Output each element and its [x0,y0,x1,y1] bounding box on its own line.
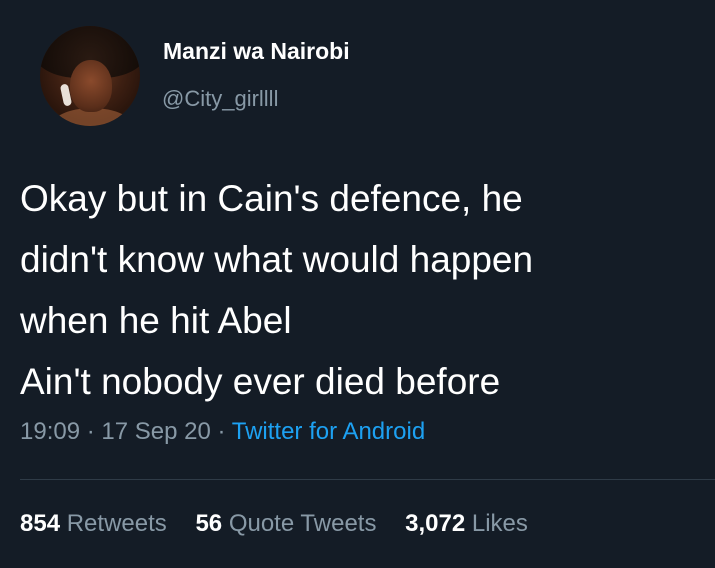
tweet-line: when he hit Abel [20,300,292,341]
retweets-label: Retweets [66,510,167,537]
tweet-line: didn't know what would happen [20,239,534,280]
meta-separator: · [86,418,95,445]
tweet-card: Manzi wa Nairobi @City_girllll Okay but … [0,0,715,568]
tweet-line: Okay but in Cain's defence, he [20,178,523,219]
likes-label: Likes [471,510,528,537]
author-name[interactable]: Manzi wa Nairobi [163,38,350,65]
tweet-date[interactable]: 17 Sep 20 [101,418,210,445]
quote-tweets-label: Quote Tweets [228,510,377,537]
tweet-stats: 854 Retweets 56 Quote Tweets 3,072 Likes [20,510,550,538]
tweet-source-link[interactable]: Twitter for Android [232,418,425,445]
avatar-face [70,60,112,112]
divider [20,479,715,480]
avatar[interactable] [40,26,140,126]
author-handle[interactable]: @City_girllll [162,86,278,112]
likes-count: 3,072 [405,510,466,537]
tweet-line: Ain't nobody ever died before [20,361,501,402]
likes-stat[interactable]: 3,072 Likes [405,510,528,537]
tweet-time[interactable]: 19:09 [20,418,80,445]
quote-tweets-stat[interactable]: 56 Quote Tweets [195,510,376,537]
retweets-stat[interactable]: 854 Retweets [20,510,167,537]
tweet-text: Okay but in Cain's defence, he didn't kn… [20,168,710,412]
retweets-count: 854 [20,510,61,537]
tweet-meta: 19:09 · 17 Sep 20 · Twitter for Android [20,418,425,446]
meta-separator: · [217,418,226,445]
quote-tweets-count: 56 [195,510,223,537]
